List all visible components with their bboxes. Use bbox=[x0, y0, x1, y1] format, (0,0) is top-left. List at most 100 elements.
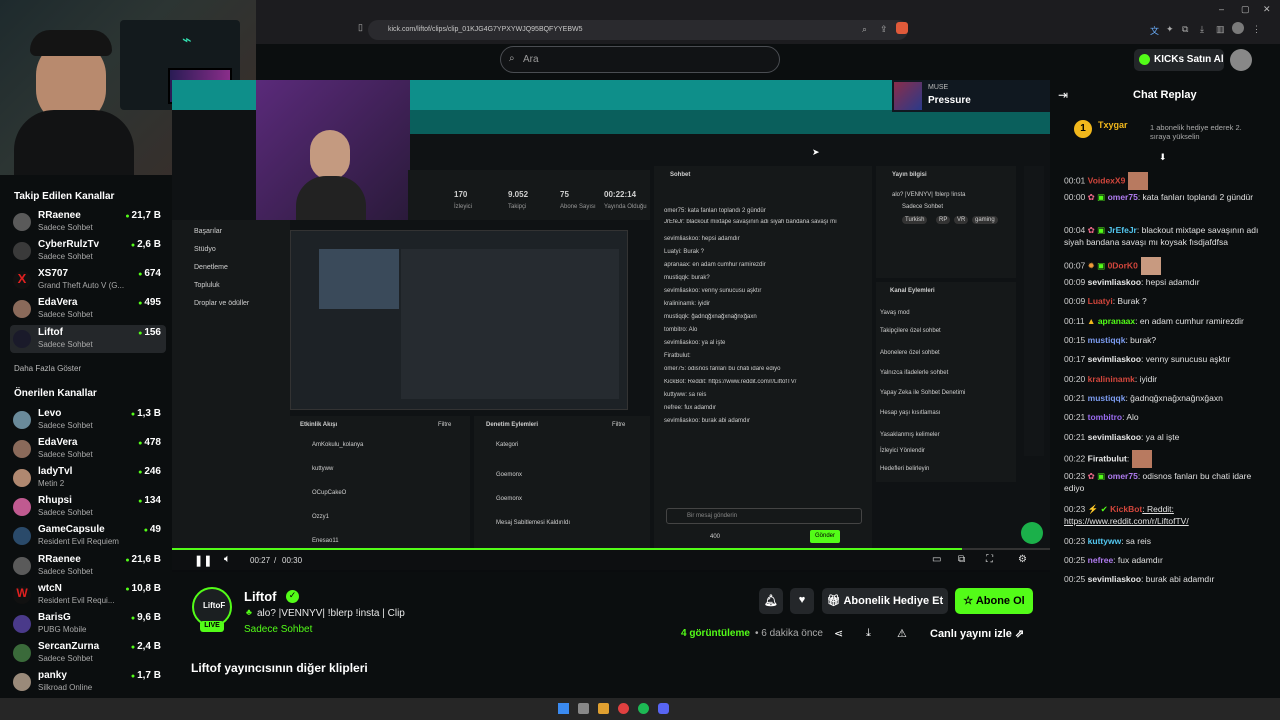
report-icon[interactable]: ⚠ bbox=[897, 627, 907, 640]
chat-message: 00:21 tombitro: Alo bbox=[1064, 411, 1264, 423]
msg-user[interactable]: kralininamk bbox=[1088, 374, 1135, 384]
share-clip-icon[interactable]: ⋖ bbox=[834, 627, 843, 640]
msg-time: 00:11 bbox=[1064, 316, 1085, 326]
maximize-button[interactable]: ▢ bbox=[1241, 4, 1250, 15]
sidebar-channel-panky[interactable]: panky Silkroad Online 1,7 B bbox=[10, 668, 166, 696]
chat-message: 00:00 ✿ ▣ omer75: kata fanları toplandı … bbox=[1064, 191, 1264, 203]
sidebar-channel-rraenee-2[interactable]: RRaenee Sadece Sohbet 21,6 B bbox=[10, 552, 166, 580]
sidebar-channel-wtcn[interactable]: W wtcN Resident Evil Requi... 10,8 B bbox=[10, 581, 166, 609]
msg-user[interactable]: omer75 bbox=[1108, 192, 1138, 202]
msg-user[interactable]: sevimliaskoo bbox=[1088, 574, 1141, 584]
sidebar-channel-ladytvl[interactable]: ladyTvl Metin 2 246 bbox=[10, 464, 166, 492]
bot-badge-icon: ⚡ bbox=[1087, 504, 1099, 514]
sidepanel-icon[interactable]: ▥ bbox=[1216, 24, 1225, 35]
settings-icon[interactable]: ⚙ bbox=[1018, 554, 1027, 565]
bookmark-icon[interactable]: ▯ bbox=[358, 22, 363, 33]
channel-category: Sadece Sohbet bbox=[38, 310, 93, 319]
sidebar-channel-rhupsi[interactable]: Rhupsi Sadece Sohbet 134 bbox=[10, 493, 166, 521]
show-more-link[interactable]: Daha Fazla Göster bbox=[14, 364, 81, 373]
heart-icon: ♥ bbox=[798, 594, 806, 606]
search-input[interactable]: ⌕ Ara bbox=[500, 46, 780, 73]
puzzle-icon[interactable]: ✦ bbox=[1166, 24, 1174, 35]
nested-chat-line: sevimliaskoo: burak abi adamdır bbox=[664, 418, 751, 424]
msg-user[interactable]: 0DorK0 bbox=[1108, 260, 1138, 270]
extensions-icon[interactable]: ⧉ bbox=[1182, 24, 1188, 35]
msg-user[interactable]: Luatyi bbox=[1088, 296, 1113, 306]
menu-icon[interactable]: ⋮ bbox=[1252, 24, 1261, 35]
music-widget: MUSE Pressure bbox=[892, 80, 1050, 112]
follow-button[interactable]: ♥ bbox=[790, 588, 814, 614]
channel-avatar bbox=[13, 673, 31, 691]
zoom-icon[interactable]: ⌕ bbox=[862, 24, 867, 35]
msg-user[interactable]: tombitro bbox=[1088, 412, 1122, 422]
viewer-count: 2,4 B bbox=[131, 641, 161, 652]
nested-filter: Filtre bbox=[438, 422, 452, 428]
msg-text: : hepsi adamdır bbox=[1141, 277, 1200, 287]
sidebar-channel-levo[interactable]: Levo Sadece Sohbet 1,3 B bbox=[10, 406, 166, 434]
nested-activity-item: Ozzy1 bbox=[312, 514, 330, 520]
address-bar[interactable]: kick.com/liftof/clips/clip_01KJG4G7YPXYW… bbox=[368, 20, 908, 40]
browser-icon[interactable] bbox=[618, 703, 629, 714]
fullscreen-icon[interactable]: ⛶ bbox=[986, 554, 993, 565]
streamer-name[interactable]: Liftof bbox=[244, 589, 276, 604]
msg-user[interactable]: sevimliaskoo bbox=[1088, 277, 1141, 287]
close-button[interactable]: ✕ bbox=[1263, 4, 1271, 15]
share-icon[interactable]: ⇪ bbox=[880, 24, 888, 35]
msg-user[interactable]: Firatbulut bbox=[1088, 453, 1127, 463]
msg-user[interactable]: apranaax bbox=[1098, 316, 1135, 326]
collapse-chat-icon[interactable]: ⇥ bbox=[1058, 88, 1068, 102]
video-player[interactable]: MUSE Pressure Başarılar Stüdyo Denetleme… bbox=[172, 80, 1050, 570]
msg-user[interactable]: sevimliaskoo bbox=[1088, 354, 1141, 364]
msg-user[interactable]: omer75 bbox=[1108, 471, 1138, 481]
channel-category: PUBG Mobile bbox=[38, 625, 87, 634]
stat-value: 00:22:14 bbox=[604, 190, 637, 199]
download-clip-icon[interactable]: ⤓ bbox=[866, 627, 871, 640]
msg-user[interactable]: mustiqqk bbox=[1088, 335, 1126, 345]
buy-kicks-button[interactable]: KICKs Satın Al bbox=[1134, 49, 1224, 71]
channel-name: wtcN bbox=[38, 583, 62, 594]
sidebar-channel-sercanzurna[interactable]: SercanZurna Sadece Sohbet 2,4 B bbox=[10, 639, 166, 667]
sidebar-channel-edavera-2[interactable]: EdaVera Sadece Sohbet 478 bbox=[10, 435, 166, 463]
sidebar-channel-barisg[interactable]: BarisG PUBG Mobile 9,6 B bbox=[10, 610, 166, 638]
search-taskbar-icon[interactable] bbox=[578, 703, 589, 714]
notification-bell-button[interactable]: 🔔︎ bbox=[759, 588, 783, 614]
msg-user[interactable]: nefree bbox=[1088, 555, 1114, 565]
nested-chat-line: JrEfeJr: blackout mixtape savaşının adı … bbox=[664, 219, 837, 225]
msg-user[interactable]: mustiqqk bbox=[1088, 393, 1126, 403]
msg-user[interactable]: JrEfeJr bbox=[1108, 225, 1137, 235]
msg-user[interactable]: KickBot bbox=[1110, 504, 1142, 514]
sidebar-channel-rraenee[interactable]: RRaenee Sadece Sohbet 21,7 B bbox=[10, 208, 166, 236]
nested-action: Yasaklanmış kelimeler bbox=[880, 432, 940, 438]
clip-category[interactable]: Sadece Sohbet bbox=[244, 624, 312, 635]
msg-user[interactable]: sevimliaskoo bbox=[1088, 432, 1141, 442]
discord-icon[interactable] bbox=[658, 703, 669, 714]
sidebar-channel-cyberrulztv[interactable]: CyberRulzTv Sadece Sohbet 2,6 B bbox=[10, 237, 166, 265]
scroll-arrow-icon[interactable]: ⬇ bbox=[1159, 152, 1167, 163]
channel-category: Resident Evil Requiem bbox=[38, 537, 119, 546]
pinned-gifter[interactable]: Txygar bbox=[1098, 120, 1128, 130]
sidebar-channel-xs707[interactable]: X XS707 Grand Theft Auto V (G... 674 bbox=[10, 266, 166, 294]
start-icon[interactable] bbox=[558, 703, 569, 714]
profile-icon[interactable] bbox=[1232, 22, 1244, 34]
sidebar-channel-gamecapsule[interactable]: GameCapsule Resident Evil Requiem 49 bbox=[10, 522, 166, 550]
nested-menu-item: Droplar ve ödüller bbox=[194, 300, 250, 307]
volume-icon[interactable]: 🔈︎ bbox=[224, 553, 231, 566]
translate-icon[interactable]: 文 bbox=[1150, 24, 1159, 37]
gift-subscription-button[interactable]: 🎁︎ Abonelik Hediye Et bbox=[822, 588, 948, 614]
spotify-icon[interactable] bbox=[638, 703, 649, 714]
subscribe-button[interactable]: ☆ Abone Ol bbox=[955, 588, 1033, 614]
user-avatar[interactable] bbox=[1230, 49, 1252, 71]
minimize-button[interactable]: – bbox=[1219, 4, 1224, 14]
theater-icon[interactable]: ▭ bbox=[932, 554, 941, 565]
download-icon[interactable]: ⤓ bbox=[1200, 24, 1204, 35]
explorer-icon[interactable] bbox=[598, 703, 609, 714]
pause-icon[interactable]: ❚❚ bbox=[194, 554, 212, 567]
sidebar-channel-liftof[interactable]: Liftof Sadece Sohbet 156 bbox=[10, 325, 166, 353]
pip-icon[interactable]: ⧉ bbox=[958, 554, 965, 565]
msg-user[interactable]: VoidexX9 bbox=[1088, 175, 1126, 185]
msg-text: : iyidir bbox=[1134, 374, 1158, 384]
msg-user[interactable]: kuttyww bbox=[1088, 536, 1122, 546]
sidebar-channel-edavera[interactable]: EdaVera Sadece Sohbet 495 bbox=[10, 295, 166, 323]
extension-icon[interactable] bbox=[896, 22, 908, 34]
watch-live-button[interactable]: Canlı yayını izle ⇗ bbox=[930, 627, 1024, 640]
